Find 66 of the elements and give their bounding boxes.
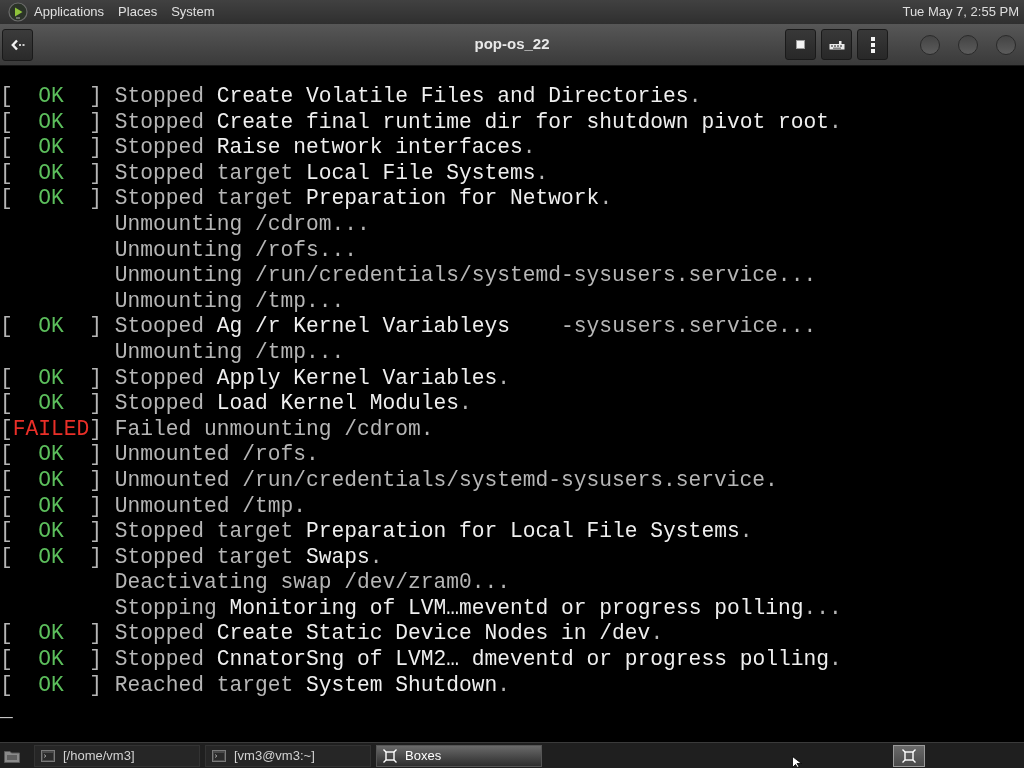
mouse-pointer-icon [792, 756, 803, 768]
status-tag: [ OK ] [0, 391, 102, 417]
status-tag: [ OK ] [0, 467, 102, 494]
log-message: Stopped Raise network interfaces. [114, 135, 536, 161]
taskbar-button[interactable]: [vm3@vm3:~] [205, 744, 371, 767]
status-tag: [ OK ] [0, 365, 102, 392]
status-tag: [ OK ] [0, 621, 102, 648]
status-tag: [ OK ] [0, 493, 102, 520]
status-tag: [ OK ] [0, 314, 102, 340]
logo-icon[interactable] [8, 2, 28, 22]
log-message: Unmounting /tmp... [114, 288, 345, 315]
terminal-icon [41, 749, 55, 762]
text-cursor: _ [0, 698, 13, 724]
log-message: Stopped Load Kernel Modules. [114, 391, 472, 417]
log-message: Deactivating swap /dev/zram0... [114, 570, 511, 596]
status-tag: [ OK ] [0, 109, 102, 136]
log-message: Stopped Create Volatile Files and Directories. [114, 84, 702, 110]
status-tag: [ OK ] [0, 544, 102, 571]
log-message: Unmounting /rofs... [114, 237, 358, 264]
menu-item[interactable]: Places [115, 2, 161, 22]
toolbar-button[interactable] [857, 29, 888, 60]
log-message: Stopped Apply Kernel Variables. [114, 365, 511, 392]
frame-icon [383, 748, 397, 763]
terminal-icon [212, 749, 226, 762]
status-tag: [ OK ] [0, 84, 102, 110]
back-button[interactable] [2, 28, 33, 61]
status-tag: [ OK ] [0, 519, 102, 545]
status-tag: [ OK ] [0, 135, 102, 161]
log-message: Unmounting /cdrom... [114, 211, 370, 238]
menu-item[interactable]: Applications [31, 2, 108, 22]
status-tag: [ OK ] [0, 672, 102, 699]
log-message: Stopped Create final runtime dir for shutdown pivot root. [114, 109, 842, 136]
log-message: Stopped target Preparation for Local File Systems. [114, 519, 753, 545]
status-tag: [ OK ] [0, 442, 102, 468]
taskbar-button[interactable]: [/home/vm3] [34, 744, 200, 767]
keyboard-icon [828, 39, 845, 50]
toolbar-button[interactable] [821, 29, 852, 60]
status-tag: [FAILED] [0, 416, 102, 443]
log-message: Unmounted /tmp. [114, 493, 307, 520]
log-message: Unmounted /run/credentials/systemd-sysusers.service. [114, 467, 778, 494]
log-message: Stopped target Local File Systems. [114, 160, 549, 187]
log-message: Reached target System Shutdown. [114, 672, 511, 699]
log-message: Stopping Monitoring of LVM…meventd or progress polling... [114, 595, 842, 622]
menu-item[interactable]: System [168, 2, 218, 22]
log-message: Unmounted /rofs. [114, 442, 319, 468]
status-tag: [ OK ] [0, 647, 102, 673]
square-icon [796, 40, 805, 49]
log-message: Stopped CnnatorSng of LVM2… dmeventd or progress polling. [114, 647, 842, 673]
status-tag: [ OK ] [0, 186, 102, 212]
log-message: Stopped target Swaps. [114, 544, 383, 571]
window-title: pop-os_22 [474, 34, 550, 55]
menu-icon [870, 36, 875, 53]
log-message: Stopped target Preparation for Network. [114, 186, 613, 212]
taskbar-button[interactable]: Boxes [376, 744, 542, 767]
log-message: Unmounting /run/credentials/systemd-sysusers.service... [114, 263, 817, 289]
log-message: Stopped Create Static Device Nodes in /dev. [114, 621, 664, 648]
toolbar-button[interactable] [785, 29, 816, 60]
log-message: Unmounting /tmp... [114, 339, 345, 366]
workspace-switcher[interactable] [893, 744, 925, 767]
status-tag: [ OK ] [0, 160, 102, 187]
back-arrow-icon [10, 38, 25, 51]
frame-icon [902, 748, 916, 763]
folder-icon [4, 748, 20, 763]
log-message: Stooped Ag /r Kernel Variableys -sysusers.service... [114, 314, 817, 340]
log-message: Failed unmounting /cdrom. [114, 416, 434, 443]
clock[interactable]: Tue May 7, 2:55 PM [902, 2, 1019, 22]
